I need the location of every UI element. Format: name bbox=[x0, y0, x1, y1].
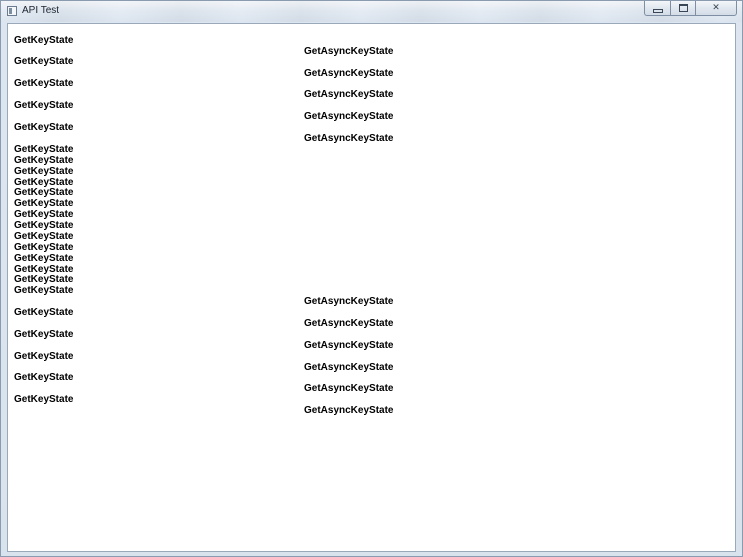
async-key-state-line: GetAsyncKeyState bbox=[304, 340, 394, 351]
async-key-state-line: GetAsyncKeyState bbox=[304, 383, 394, 394]
key-state-line: GetKeyState bbox=[14, 144, 74, 155]
key-state-line: GetKeyState bbox=[14, 394, 74, 405]
minimize-button[interactable] bbox=[644, 1, 670, 16]
key-state-line: GetKeyState bbox=[14, 231, 74, 242]
key-state-line: GetKeyState bbox=[14, 372, 74, 383]
key-state-line: GetKeyState bbox=[14, 166, 74, 177]
maximize-button[interactable] bbox=[670, 1, 695, 16]
caption-buttons: ✕ bbox=[644, 1, 737, 17]
key-state-line: GetKeyState bbox=[14, 56, 74, 67]
minimize-icon bbox=[652, 8, 663, 13]
app-icon[interactable] bbox=[7, 6, 17, 16]
async-key-state-line: GetAsyncKeyState bbox=[304, 318, 394, 329]
async-key-state-line: GetAsyncKeyState bbox=[304, 362, 394, 373]
client-area: GetKeyState GetKeyState GetKeyState GetK… bbox=[7, 23, 736, 552]
key-state-line: GetKeyState bbox=[14, 198, 74, 209]
key-state-line: GetKeyState bbox=[14, 242, 74, 253]
async-key-state-line: GetAsyncKeyState bbox=[304, 46, 394, 57]
app-window: API Test ✕ GetKeyState GetKeyState GetKe… bbox=[0, 0, 743, 557]
async-key-state-line: GetAsyncKeyState bbox=[304, 296, 394, 307]
key-state-line: GetKeyState bbox=[14, 285, 74, 296]
key-state-line: GetKeyState bbox=[14, 187, 74, 198]
key-state-line: GetKeyState bbox=[14, 253, 74, 264]
key-state-line: GetKeyState bbox=[14, 100, 74, 111]
key-state-line: GetKeyState bbox=[14, 351, 74, 362]
key-state-line: GetKeyState bbox=[14, 35, 74, 46]
async-key-state-line: GetAsyncKeyState bbox=[304, 111, 394, 122]
key-state-line: GetKeyState bbox=[14, 122, 74, 133]
key-state-line: GetKeyState bbox=[14, 220, 74, 231]
key-state-line: GetKeyState bbox=[14, 155, 74, 166]
key-state-line: GetKeyState bbox=[14, 78, 74, 89]
window-title: API Test bbox=[22, 5, 60, 16]
async-key-state-line: GetAsyncKeyState bbox=[304, 405, 394, 416]
key-state-line: GetKeyState bbox=[14, 329, 74, 340]
maximize-icon bbox=[678, 4, 688, 12]
key-state-line: GetKeyState bbox=[14, 274, 74, 285]
close-icon: ✕ bbox=[712, 2, 720, 13]
key-state-line: GetKeyState bbox=[14, 307, 74, 318]
title-bar[interactable]: API Test ✕ bbox=[1, 1, 742, 22]
async-key-state-line: GetAsyncKeyState bbox=[304, 68, 394, 79]
key-state-line: GetKeyState bbox=[14, 209, 74, 220]
async-key-state-line: GetAsyncKeyState bbox=[304, 89, 394, 100]
close-button[interactable]: ✕ bbox=[695, 1, 737, 16]
async-key-state-line: GetAsyncKeyState bbox=[304, 133, 394, 144]
